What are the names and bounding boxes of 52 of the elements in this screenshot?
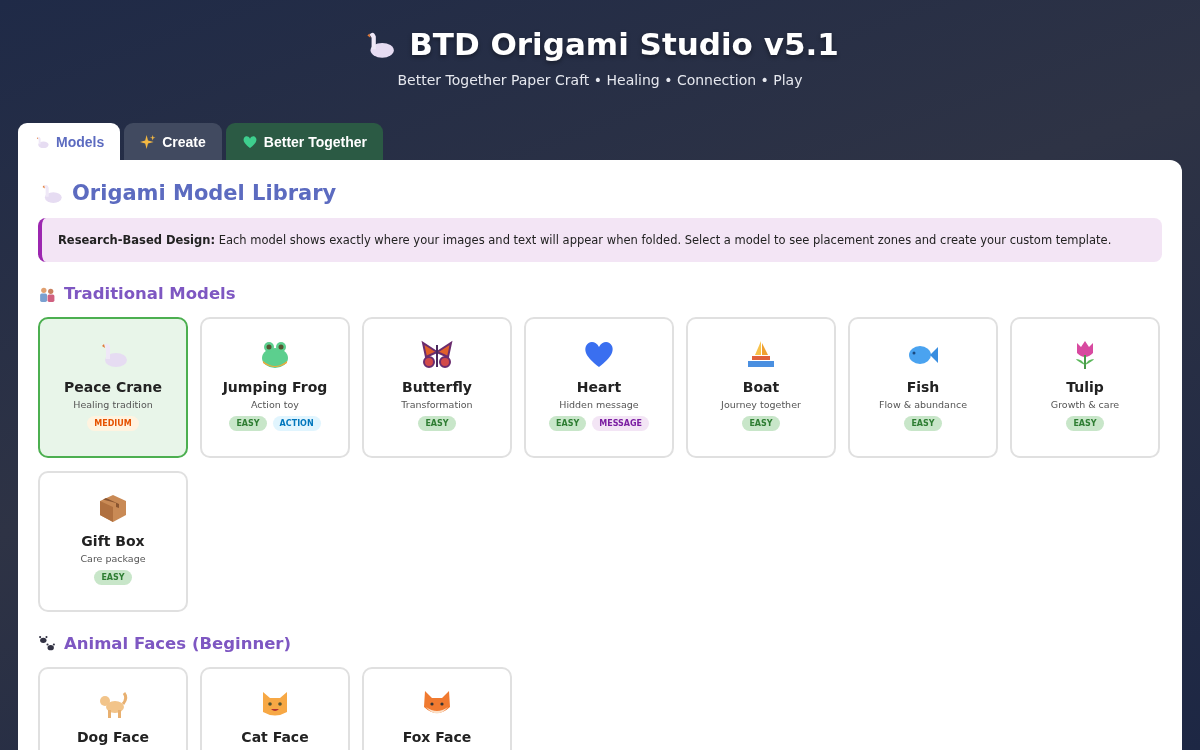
model-card[interactable]: Butterfly Transformation EASY — [362, 317, 512, 458]
model-card[interactable]: Dog Face — [38, 667, 188, 750]
model-name: Heart — [576, 379, 622, 395]
tab[interactable]: Create — [124, 123, 222, 160]
model-name: Jumping Frog — [222, 379, 328, 395]
difficulty-tag: MESSAGE — [592, 416, 649, 431]
difficulty-tag: EASY — [1066, 416, 1104, 431]
model-name: Boat — [742, 379, 780, 395]
model-name: Butterfly — [402, 379, 472, 395]
difficulty-tag: MEDIUM — [87, 416, 139, 431]
difficulty-tag: EASY — [549, 416, 587, 431]
model-description: Transformation — [401, 399, 473, 410]
app-subtitle: Better Together Paper Craft • Healing • Connection • Play — [397, 72, 803, 88]
difficulty-tag: EASY — [904, 416, 942, 431]
difficulty-tag: EASY — [418, 416, 456, 431]
model-name: Gift Box — [81, 533, 145, 549]
sparkles-icon — [140, 133, 157, 150]
model-name: Peace Crane — [64, 379, 162, 395]
library-title: Origami Model Library — [72, 181, 337, 205]
model-card[interactable]: Fox Face — [362, 667, 512, 750]
tab[interactable]: Better Together — [225, 123, 384, 160]
model-card[interactable]: Fish Flow & abundance EASY — [848, 317, 998, 458]
section-title: Traditional Models — [64, 284, 236, 303]
app-title: BTD Origami Studio v5.1 — [409, 26, 839, 62]
difficulty-tag: EASY — [94, 570, 132, 585]
model-description: Flow & abundance — [879, 399, 967, 410]
paws-icon — [38, 634, 56, 653]
info-notice: Research-Based Design: Each model shows exactly where your images and text will appear when folded. Select a model to see placement zones and create your custom template. — [38, 218, 1162, 262]
model-card[interactable]: Tulip Growth & care EASY — [1010, 317, 1160, 458]
model-description: Journey together — [721, 399, 801, 410]
difficulty-tag: EASY — [742, 416, 780, 431]
model-card[interactable]: Peace Crane Healing tradition MEDIUM — [38, 317, 188, 458]
model-card[interactable]: Jumping Frog Action toy EASY ACTION — [200, 317, 350, 458]
tab[interactable]: Models — [18, 123, 121, 160]
model-name: Fox Face — [402, 729, 472, 745]
difficulty-tag: ACTION — [272, 416, 321, 431]
model-description: Growth & care — [1050, 399, 1120, 410]
model-description: Action toy — [251, 399, 299, 410]
model-card[interactable]: Gift Box Care package EASY — [38, 471, 188, 612]
model-description: Care package — [80, 553, 146, 564]
model-name: Dog Face — [76, 729, 150, 745]
model-name: Cat Face — [241, 729, 309, 745]
model-description: Healing tradition — [73, 399, 153, 410]
difficulty-tag: EASY — [229, 416, 267, 431]
model-name: Fish — [906, 379, 940, 395]
section-title: Animal Faces (Beginner) — [64, 634, 291, 653]
model-description: Hidden message — [559, 399, 639, 410]
model-card[interactable]: Heart Hidden message EASY MESSAGE — [524, 317, 674, 458]
model-card[interactable]: Boat Journey together EASY — [686, 317, 836, 458]
model-name: Tulip — [1066, 379, 1104, 395]
heart-icon — [241, 133, 258, 150]
model-card[interactable]: Cat Face — [200, 667, 350, 750]
